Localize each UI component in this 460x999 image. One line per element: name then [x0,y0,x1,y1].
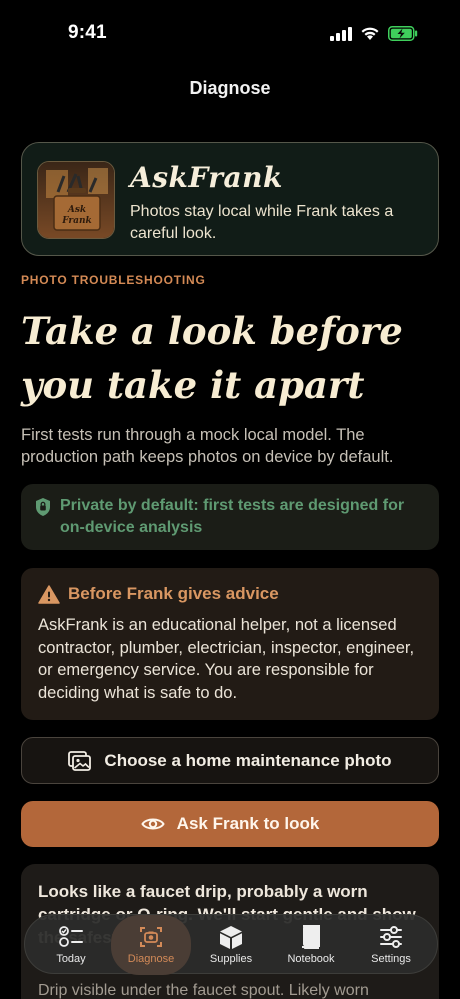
book-icon [302,925,320,949]
page-title: Diagnose [189,78,271,98]
tab-notebook-label: Notebook [287,953,335,965]
choose-photo-button[interactable]: Choose a home maintenance photo [21,737,439,784]
privacy-notice: Private by default: first tests are desi… [21,484,439,550]
camera-scan-icon [140,927,162,947]
tab-diagnose-label: Diagnose [127,953,175,965]
warning-triangle-icon [38,585,60,604]
app-name: AskFrank [130,161,283,194]
shield-icon [36,498,50,516]
photo-library-icon [68,750,92,771]
tab-supplies[interactable]: Supplies [191,915,271,975]
section-headline: Take a look before you take it apart [21,309,403,407]
tab-supplies-label: Supplies [209,953,253,965]
choose-photo-label: Choose a home maintenance photo [104,750,392,770]
status-time: 9:41 [68,22,107,43]
thumbnail-lettering: Ask [67,205,86,215]
tab-today-label: Today [56,953,86,965]
hero-subtitle: Photos stay local while Frank takes a ca… [130,203,394,242]
battery-charging-icon [388,26,418,41]
toolbox-thumbnail-image: Ask Frank [37,161,115,239]
tab-notebook[interactable]: Notebook [271,915,351,975]
section-lead: First tests run through a mock local mod… [21,426,394,466]
wifi-icon [361,27,379,40]
svg-text:Frank: Frank [61,216,92,226]
cellular-signal-icon [330,26,352,41]
advice-disclaimer-card: Before Frank gives advice AskFrank is an… [21,568,439,720]
status-bar: 9:41 [0,0,460,62]
box-icon [220,926,242,949]
tab-settings[interactable]: Settings [351,915,431,975]
today-list-icon [59,926,83,947]
eye-icon [141,818,165,830]
sliders-icon [380,926,402,948]
section-eyebrow: PHOTO TROUBLESHOOTING [21,273,206,287]
ask-frank-button[interactable]: Ask Frank to look [21,801,439,847]
ask-frank-label: Ask Frank to look [176,814,320,833]
privacy-text: Private by default: first tests are desi… [60,497,405,536]
tab-settings-label: Settings [371,953,411,965]
app-hero-card: Ask Frank AskFrank Photos stay local whi… [21,142,439,256]
disclaimer-body: AskFrank is an educational helper, not a… [38,616,415,702]
disclaimer-title: Before Frank gives advice [68,584,279,603]
diagnosis-detail: Drip visible under the faucet spout. Lik… [38,982,369,999]
tab-bar: Today Diagnose Supplies Notebook Setting… [24,914,438,975]
status-icons [330,26,418,41]
tab-diagnose[interactable]: Diagnose [111,915,191,975]
tab-today[interactable]: Today [31,915,111,975]
